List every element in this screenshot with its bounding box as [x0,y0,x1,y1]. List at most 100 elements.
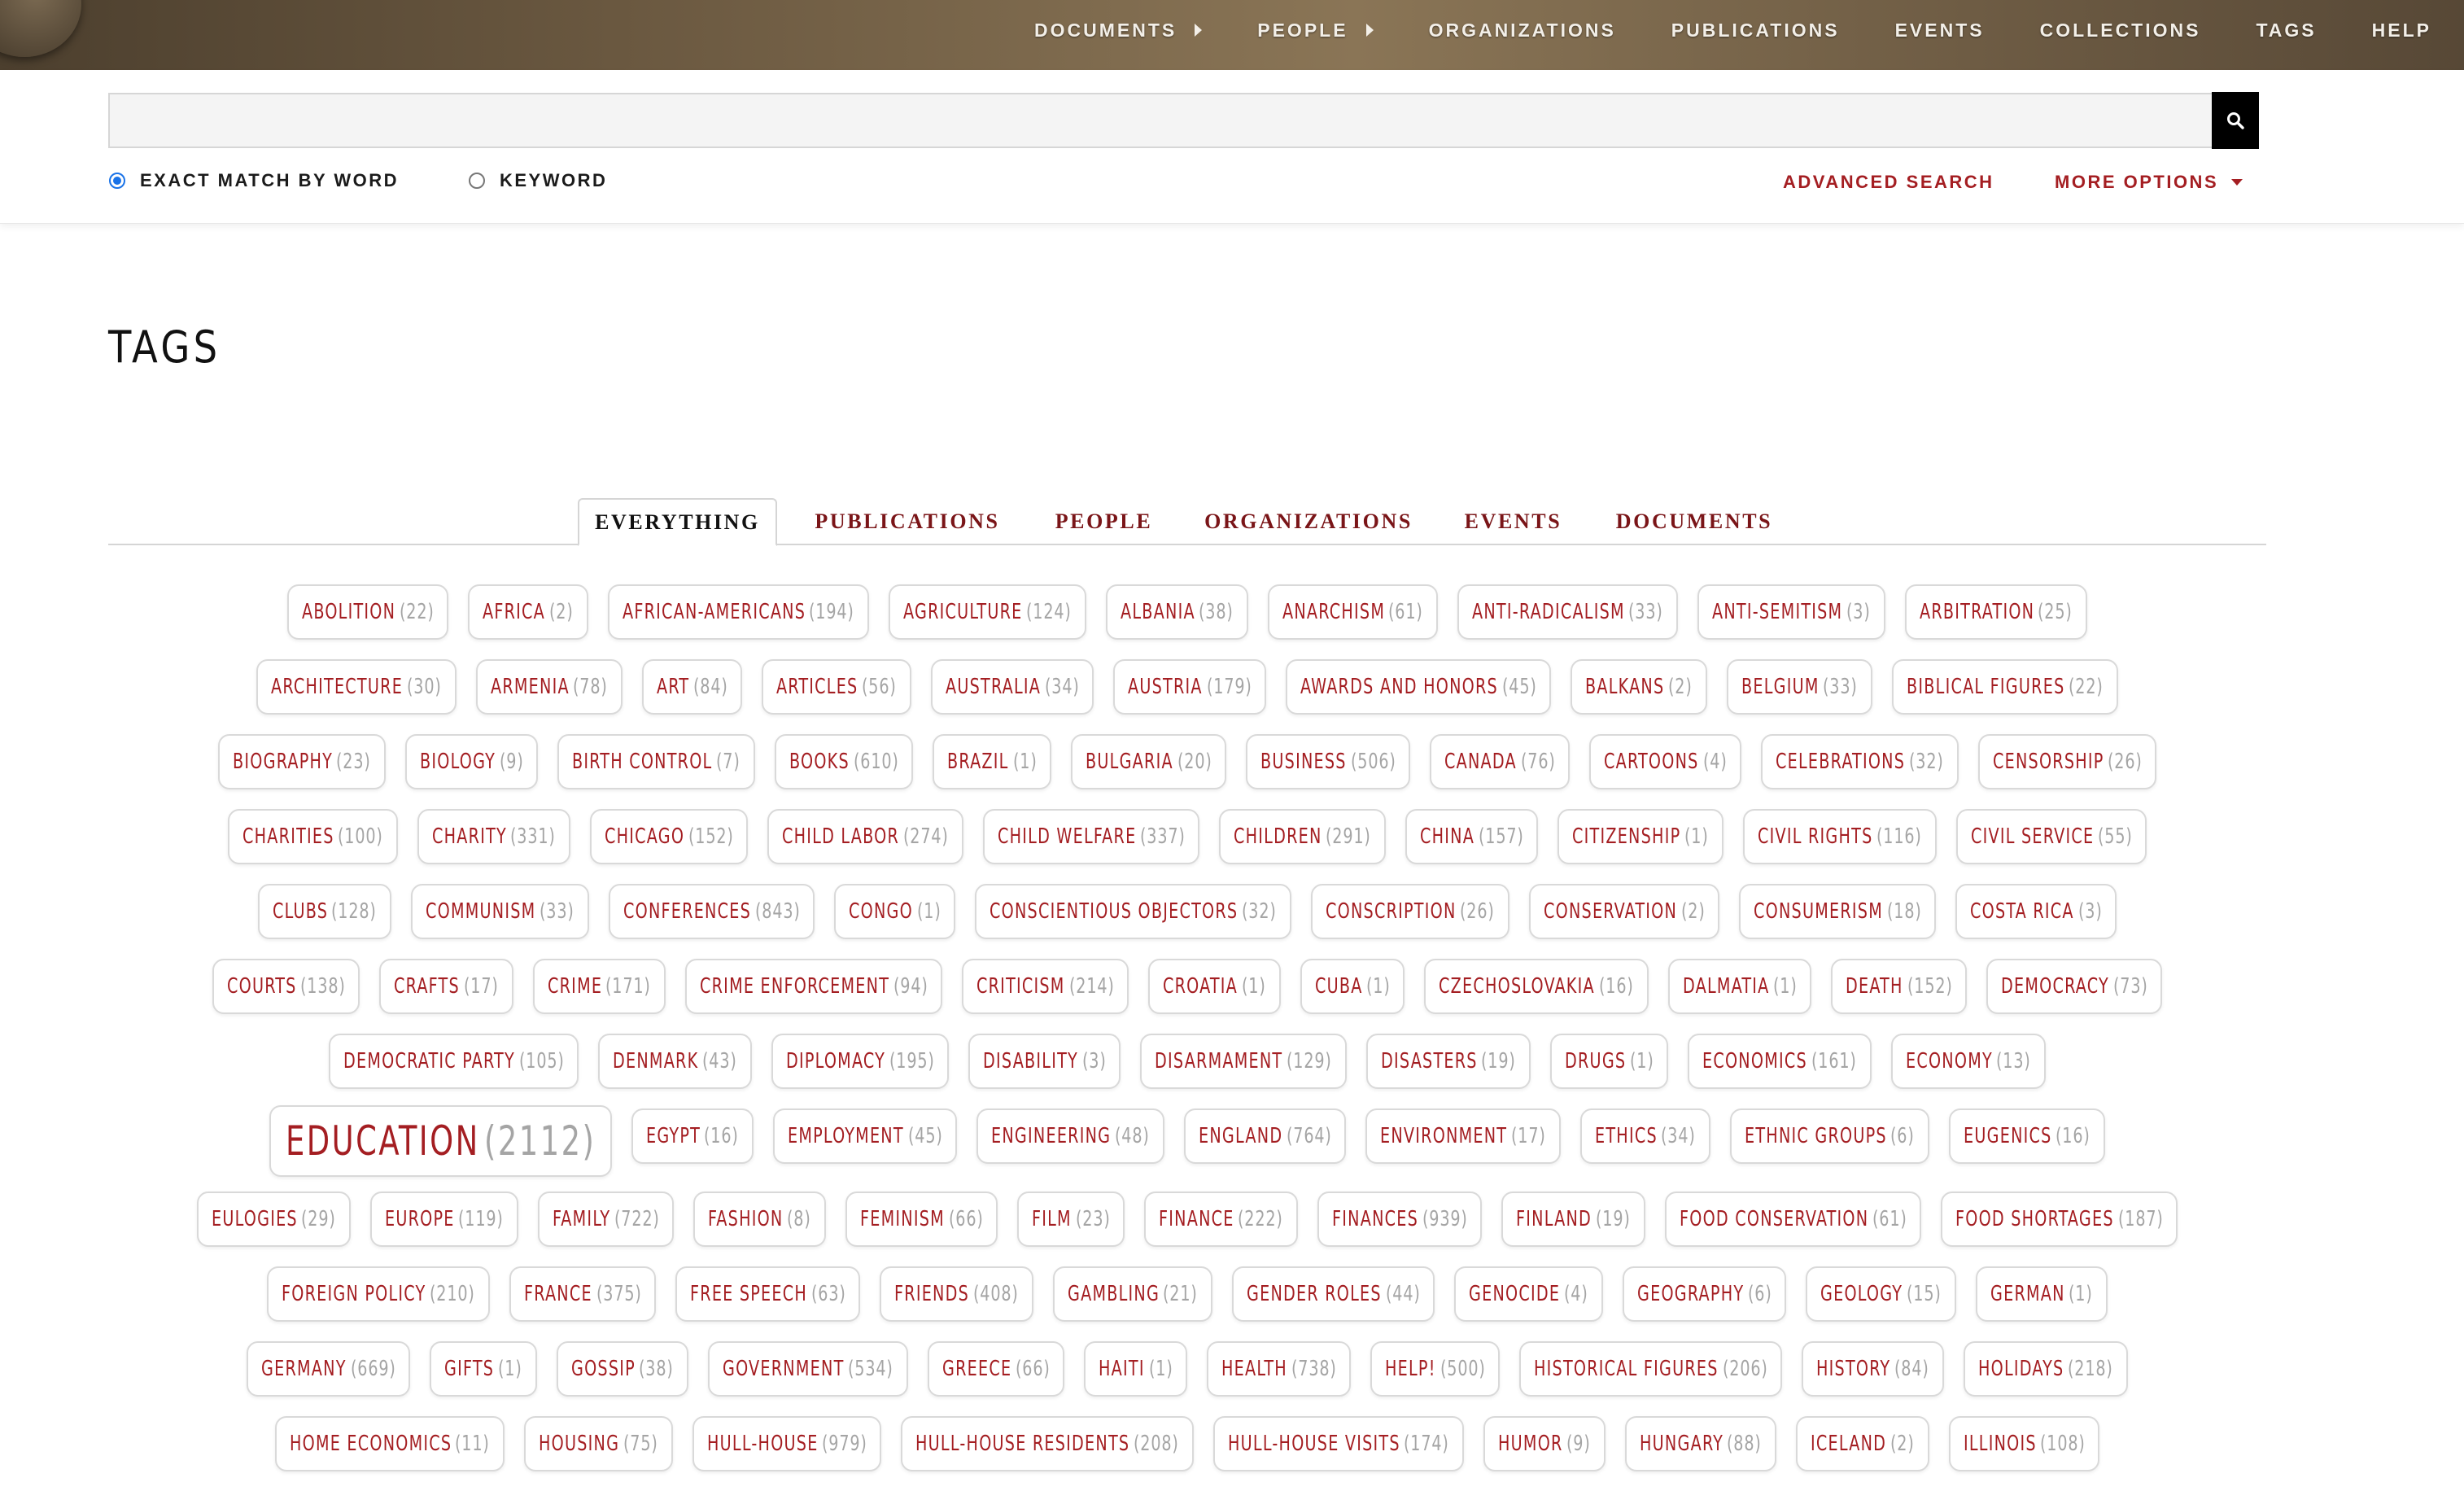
tag-chicago[interactable]: CHICAGO (152) [589,809,749,864]
tag-economy[interactable]: ECONOMY (13) [1890,1034,2046,1089]
tag-anti-radicalism[interactable]: ANTI-RADICALISM (33) [1457,584,1679,640]
tag-illinois[interactable]: ILLINOIS (108) [1948,1416,2100,1471]
tag-finland[interactable]: FINLAND (19) [1501,1191,1645,1247]
tag-child-labor[interactable]: CHILD LABOR (274) [767,809,963,864]
tag-crafts[interactable]: CRAFTS (17) [379,959,513,1014]
tag-costa-rica[interactable]: COSTA RICA (3) [1955,884,2117,939]
nav-organizations[interactable]: ORGANIZATIONS [1429,20,1616,42]
tag-iceland[interactable]: ICELAND (2) [1796,1416,1929,1471]
tag-austria[interactable]: AUSTRIA (179) [1113,659,1267,715]
tag-education[interactable]: EDUCATION (2112) [269,1105,612,1177]
tag-albania[interactable]: ALBANIA (38) [1105,584,1248,640]
tag-gender-roles[interactable]: GENDER ROLES (44) [1232,1266,1435,1322]
tag-egypt[interactable]: EGYPT (16) [631,1108,754,1164]
tag-anarchism[interactable]: ANARCHISM (61) [1267,584,1438,640]
tag-congo[interactable]: CONGO (1) [834,884,956,939]
tag-arbitration[interactable]: ARBITRATION (25) [1904,584,2088,640]
tag-gifts[interactable]: GIFTS (1) [430,1341,537,1397]
tag-historical-figures[interactable]: HISTORICAL FIGURES (206) [1519,1341,1783,1397]
tag-family[interactable]: FAMILY (722) [537,1191,675,1247]
tag-democratic-party[interactable]: DEMOCRATIC PARTY (105) [329,1034,579,1089]
tag-foreign-policy[interactable]: FOREIGN POLICY (210) [267,1266,491,1322]
tag-biography[interactable]: BIOGRAPHY (23) [217,734,386,789]
tag-holidays[interactable]: HOLIDAYS (218) [1964,1341,2128,1397]
tag-drugs[interactable]: DRUGS (1) [1549,1034,1669,1089]
tab-people[interactable]: PEOPLE [1045,498,1163,544]
tag-hull-house-visits[interactable]: HULL-HOUSE VISITS (174) [1212,1416,1464,1471]
tag-finance[interactable]: FINANCE (222) [1144,1191,1299,1247]
tag-humor[interactable]: HUMOR (9) [1483,1416,1606,1471]
tab-everything[interactable]: EVERYTHING [578,498,777,546]
tag-food-conservation[interactable]: FOOD CONSERVATION (61) [1664,1191,1922,1247]
tag-ethics[interactable]: ETHICS (34) [1579,1108,1710,1164]
nav-collections[interactable]: COLLECTIONS [2040,20,2201,42]
keyword-radio[interactable] [469,173,485,189]
tag-film[interactable]: FILM (23) [1017,1191,1125,1247]
tag-books[interactable]: BOOKS (610) [775,734,914,789]
tag-haiti[interactable]: HAITI (1) [1084,1341,1188,1397]
tag-armenia[interactable]: ARMENIA (78) [475,659,623,715]
tag-finances[interactable]: FINANCES (939) [1317,1191,1483,1247]
tag-conscription[interactable]: CONSCRIPTION (26) [1311,884,1509,939]
tag-economics[interactable]: ECONOMICS (161) [1688,1034,1872,1089]
tag-fashion[interactable]: FASHION (8) [693,1191,827,1247]
tag-civil-rights[interactable]: CIVIL RIGHTS (116) [1743,809,1937,864]
tab-organizations[interactable]: ORGANIZATIONS [1195,498,1422,544]
tag-hull-house-residents[interactable]: HULL-HOUSE RESIDENTS (208) [901,1416,1194,1471]
nav-publications[interactable]: PUBLICATIONS [1671,20,1840,42]
search-button[interactable] [2212,92,2259,149]
tag-greece[interactable]: GREECE (66) [927,1341,1065,1397]
tag-germany[interactable]: GERMANY (669) [247,1341,411,1397]
nav-people[interactable]: PEOPLE [1257,20,1374,42]
tag-canada[interactable]: CANADA (76) [1430,734,1571,789]
tag-african-americans[interactable]: AFRICAN-AMERICANS (194) [607,584,869,640]
tag-europe[interactable]: EUROPE (119) [369,1191,518,1247]
tag-home-economics[interactable]: HOME ECONOMICS (11) [274,1416,505,1471]
tag-balkans[interactable]: BALKANS (2) [1571,659,1708,715]
tag-australia[interactable]: AUSTRALIA (34) [930,659,1094,715]
tag-environment[interactable]: ENVIRONMENT (17) [1365,1108,1561,1164]
tag-housing[interactable]: HOUSING (75) [524,1416,673,1471]
tag-courts[interactable]: COURTS (138) [212,959,360,1014]
tag-brazil[interactable]: BRAZIL (1) [933,734,1052,789]
tag-history[interactable]: HISTORY (84) [1802,1341,1945,1397]
keyword-option[interactable]: KEYWORD [469,170,607,191]
tag-cuba[interactable]: CUBA (1) [1300,959,1405,1014]
tag-conscientious-objectors[interactable]: CONSCIENTIOUS OBJECTORS (32) [975,884,1292,939]
tag-government[interactable]: GOVERNMENT (534) [707,1341,908,1397]
tag-france[interactable]: FRANCE (375) [509,1266,657,1322]
tag-gossip[interactable]: GOSSIP (38) [556,1341,688,1397]
tag-employment[interactable]: EMPLOYMENT (45) [773,1108,958,1164]
tag-belgium[interactable]: BELGIUM (33) [1727,659,1872,715]
tag-cartoons[interactable]: CARTOONS (4) [1589,734,1742,789]
search-input[interactable] [108,93,2212,148]
tab-publications[interactable]: PUBLICATIONS [802,498,1013,544]
tag-birth-control[interactable]: BIRTH CONTROL (7) [557,734,756,789]
tag-geology[interactable]: GEOLOGY (15) [1806,1266,1956,1322]
nav-events[interactable]: EVENTS [1895,20,1985,42]
nav-tags[interactable]: TAGS [2256,20,2316,42]
tag-ethnic-groups[interactable]: ETHNIC GROUPS (6) [1729,1108,1929,1164]
tag-croatia[interactable]: CROATIA (1) [1148,959,1281,1014]
tag-hull-house[interactable]: HULL-HOUSE (979) [692,1416,882,1471]
tag-denmark[interactable]: DENMARK (43) [598,1034,752,1089]
tag-citizenship[interactable]: CITIZENSHIP (1) [1557,809,1724,864]
tag-celebrations[interactable]: CELEBRATIONS (32) [1761,734,1959,789]
tag-conferences[interactable]: CONFERENCES (843) [608,884,815,939]
tab-documents[interactable]: DOCUMENTS [1604,498,1785,544]
tag-bulgaria[interactable]: BULGARIA (20) [1071,734,1227,789]
tag-eugenics[interactable]: EUGENICS (16) [1948,1108,2105,1164]
tag-disasters[interactable]: DISASTERS (19) [1366,1034,1531,1089]
tag-german[interactable]: GERMAN (1) [1975,1266,2108,1322]
tag-africa[interactable]: AFRICA (2) [468,584,588,640]
tag-food-shortages[interactable]: FOOD SHORTAGES (187) [1941,1191,2178,1247]
tag-help[interactable]: HELP! (500) [1370,1341,1501,1397]
tag-art[interactable]: ART (84) [641,659,743,715]
tag-architecture[interactable]: ARCHITECTURE (30) [256,659,457,715]
tag-biblical-figures[interactable]: BIBLICAL FIGURES (22) [1891,659,2118,715]
tag-criticism[interactable]: CRITICISM (214) [962,959,1129,1014]
more-options-dropdown[interactable]: MORE OPTIONS [2055,172,2243,193]
tag-genocide[interactable]: GENOCIDE (4) [1454,1266,1603,1322]
tag-dalmatia[interactable]: DALMATIA (1) [1667,959,1812,1014]
nav-help[interactable]: HELP [2372,20,2431,42]
